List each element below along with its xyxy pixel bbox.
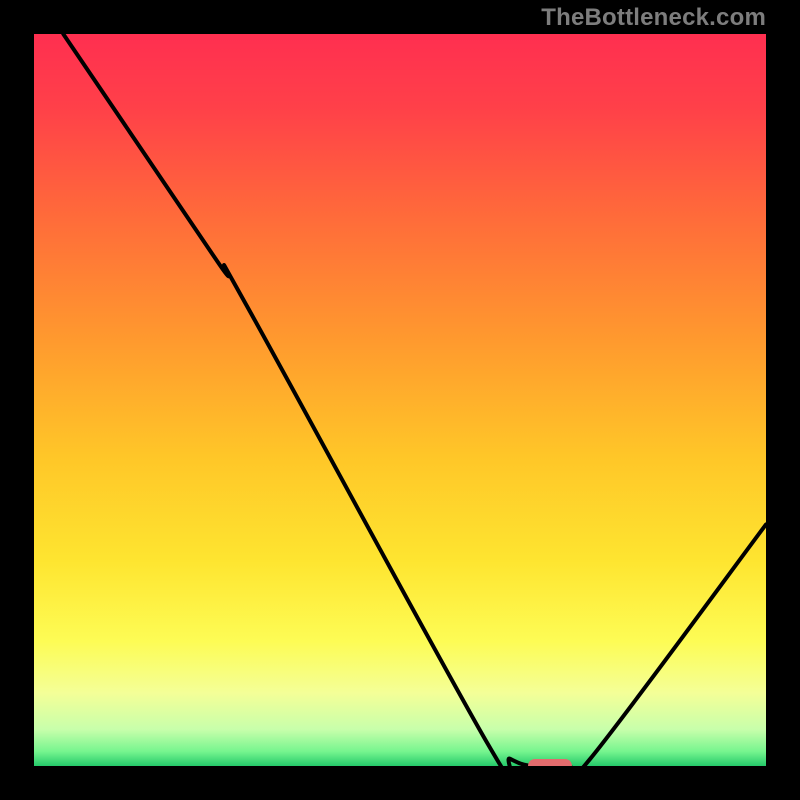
watermark-text: TheBottleneck.com [541, 4, 766, 32]
optimal-marker [528, 759, 572, 766]
plot-area [34, 34, 766, 766]
bottleneck-curve [63, 34, 766, 766]
curve-layer [34, 34, 766, 766]
chart-frame: TheBottleneck.com [0, 0, 800, 800]
